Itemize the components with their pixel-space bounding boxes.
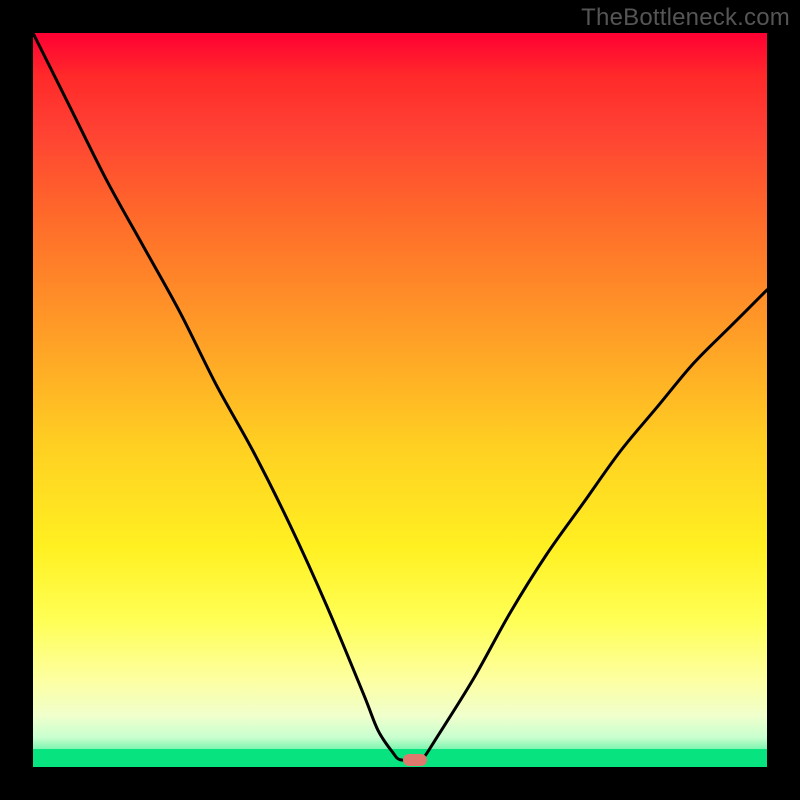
plot-area [33, 33, 767, 767]
chart-frame: TheBottleneck.com [0, 0, 800, 800]
bottleneck-curve [33, 33, 767, 767]
optimal-point-marker [403, 754, 427, 766]
watermark-text: TheBottleneck.com [581, 4, 790, 32]
